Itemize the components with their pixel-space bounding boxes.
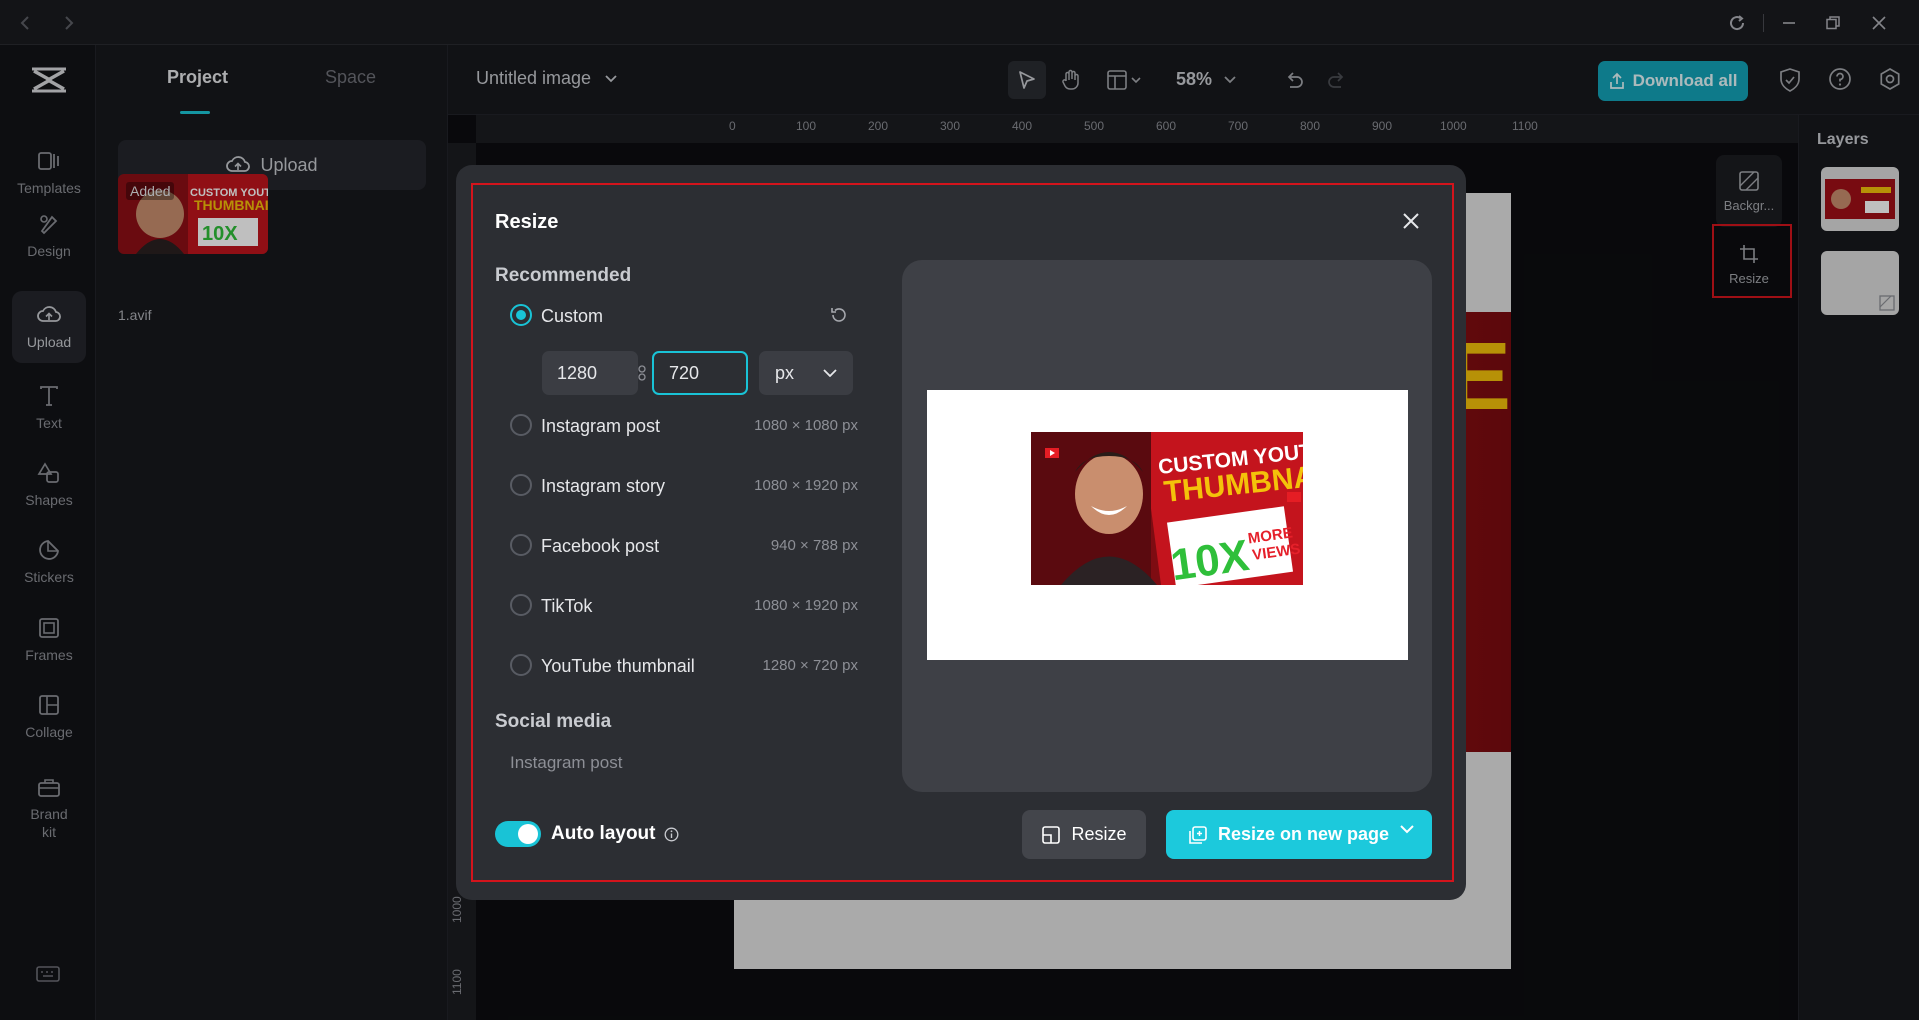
resize-dialog-highlight: [471, 183, 1454, 882]
